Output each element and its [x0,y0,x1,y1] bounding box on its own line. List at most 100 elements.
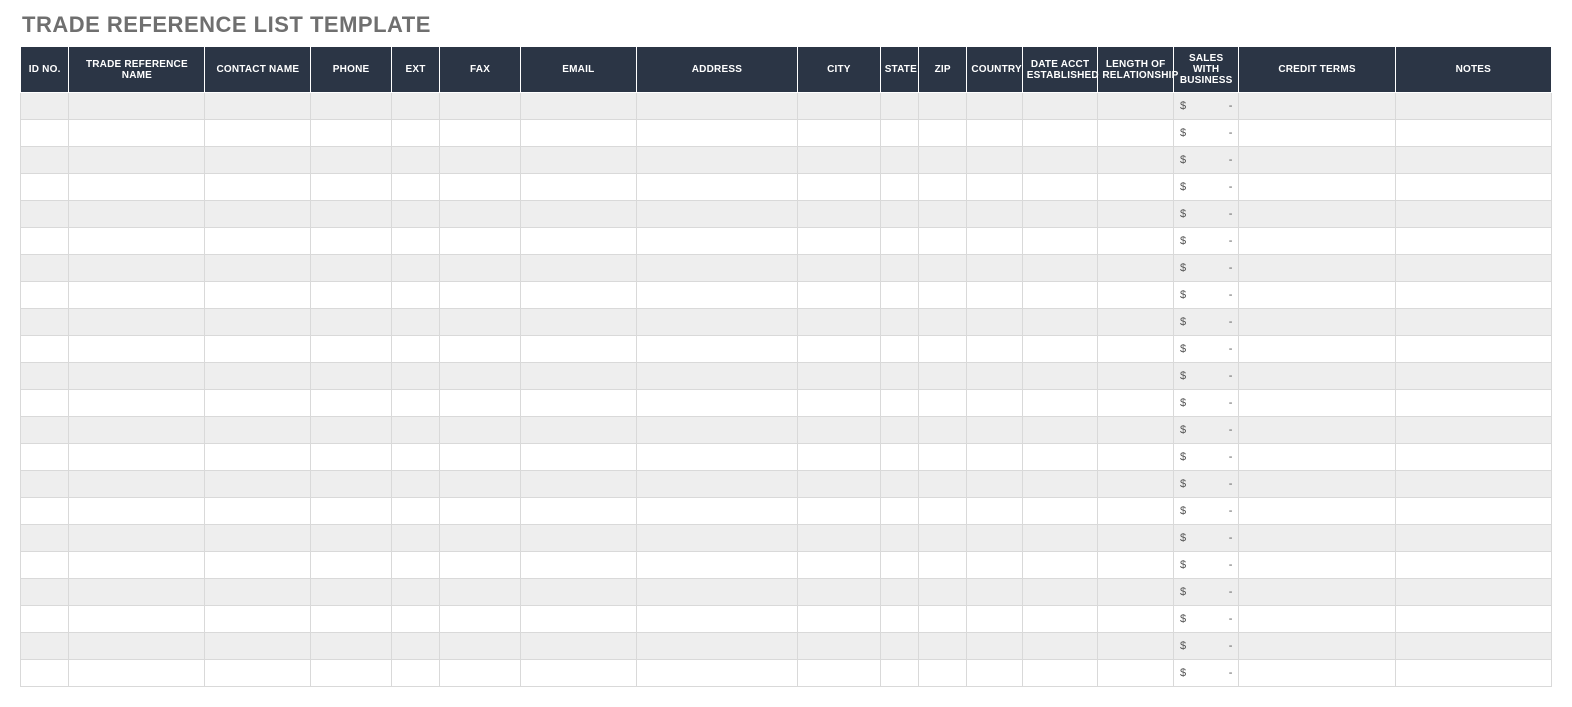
cell-phone[interactable] [311,390,392,417]
cell-fax[interactable] [440,93,521,120]
cell-email[interactable] [520,363,636,390]
cell-email[interactable] [520,309,636,336]
cell-city[interactable] [798,228,881,255]
cell-phone[interactable] [311,174,392,201]
cell-state[interactable] [880,309,918,336]
cell-contact-name[interactable] [205,282,311,309]
cell-id-no[interactable] [21,417,69,444]
cell-city[interactable] [798,309,881,336]
cell-credit-terms[interactable] [1239,120,1395,147]
cell-sales-with-business[interactable]: $- [1173,309,1239,336]
cell-notes[interactable] [1395,336,1551,363]
cell-ext[interactable] [391,633,439,660]
cell-date-acct-established[interactable] [1022,444,1098,471]
cell-ext[interactable] [391,201,439,228]
cell-id-no[interactable] [21,471,69,498]
cell-notes[interactable] [1395,363,1551,390]
cell-email[interactable] [520,660,636,687]
cell-email[interactable] [520,120,636,147]
cell-trade-reference-name[interactable] [69,471,205,498]
cell-fax[interactable] [440,147,521,174]
cell-address[interactable] [636,606,797,633]
cell-city[interactable] [798,444,881,471]
cell-country[interactable] [967,660,1022,687]
cell-ext[interactable] [391,174,439,201]
cell-sales-with-business[interactable]: $- [1173,579,1239,606]
cell-notes[interactable] [1395,147,1551,174]
cell-trade-reference-name[interactable] [69,255,205,282]
cell-address[interactable] [636,444,797,471]
cell-zip[interactable] [918,417,966,444]
cell-fax[interactable] [440,471,521,498]
cell-date-acct-established[interactable] [1022,498,1098,525]
cell-notes[interactable] [1395,660,1551,687]
cell-country[interactable] [967,174,1022,201]
cell-state[interactable] [880,282,918,309]
cell-notes[interactable] [1395,228,1551,255]
cell-state[interactable] [880,93,918,120]
cell-credit-terms[interactable] [1239,93,1395,120]
cell-city[interactable] [798,147,881,174]
cell-ext[interactable] [391,552,439,579]
cell-notes[interactable] [1395,309,1551,336]
cell-state[interactable] [880,390,918,417]
cell-phone[interactable] [311,552,392,579]
cell-city[interactable] [798,579,881,606]
cell-credit-terms[interactable] [1239,309,1395,336]
cell-zip[interactable] [918,606,966,633]
cell-email[interactable] [520,525,636,552]
cell-country[interactable] [967,147,1022,174]
cell-contact-name[interactable] [205,444,311,471]
cell-email[interactable] [520,498,636,525]
cell-credit-terms[interactable] [1239,552,1395,579]
cell-trade-reference-name[interactable] [69,282,205,309]
cell-address[interactable] [636,201,797,228]
cell-city[interactable] [798,498,881,525]
cell-email[interactable] [520,579,636,606]
cell-country[interactable] [967,201,1022,228]
cell-notes[interactable] [1395,552,1551,579]
cell-credit-terms[interactable] [1239,579,1395,606]
cell-notes[interactable] [1395,579,1551,606]
cell-length-of-relationship[interactable] [1098,228,1174,255]
cell-notes[interactable] [1395,633,1551,660]
cell-ext[interactable] [391,147,439,174]
cell-city[interactable] [798,363,881,390]
cell-zip[interactable] [918,660,966,687]
cell-notes[interactable] [1395,498,1551,525]
cell-city[interactable] [798,552,881,579]
cell-contact-name[interactable] [205,228,311,255]
cell-date-acct-established[interactable] [1022,147,1098,174]
cell-id-no[interactable] [21,336,69,363]
cell-contact-name[interactable] [205,525,311,552]
cell-id-no[interactable] [21,147,69,174]
cell-notes[interactable] [1395,255,1551,282]
cell-contact-name[interactable] [205,93,311,120]
cell-zip[interactable] [918,471,966,498]
cell-sales-with-business[interactable]: $- [1173,174,1239,201]
cell-credit-terms[interactable] [1239,147,1395,174]
cell-address[interactable] [636,174,797,201]
cell-notes[interactable] [1395,417,1551,444]
cell-sales-with-business[interactable]: $- [1173,147,1239,174]
cell-date-acct-established[interactable] [1022,606,1098,633]
cell-state[interactable] [880,633,918,660]
cell-length-of-relationship[interactable] [1098,201,1174,228]
cell-date-acct-established[interactable] [1022,660,1098,687]
cell-contact-name[interactable] [205,498,311,525]
cell-zip[interactable] [918,390,966,417]
cell-date-acct-established[interactable] [1022,282,1098,309]
cell-zip[interactable] [918,147,966,174]
cell-notes[interactable] [1395,93,1551,120]
cell-contact-name[interactable] [205,363,311,390]
cell-notes[interactable] [1395,471,1551,498]
cell-sales-with-business[interactable]: $- [1173,336,1239,363]
cell-zip[interactable] [918,444,966,471]
cell-trade-reference-name[interactable] [69,552,205,579]
cell-country[interactable] [967,552,1022,579]
cell-zip[interactable] [918,552,966,579]
cell-credit-terms[interactable] [1239,174,1395,201]
cell-notes[interactable] [1395,282,1551,309]
cell-sales-with-business[interactable]: $- [1173,120,1239,147]
cell-sales-with-business[interactable]: $- [1173,282,1239,309]
